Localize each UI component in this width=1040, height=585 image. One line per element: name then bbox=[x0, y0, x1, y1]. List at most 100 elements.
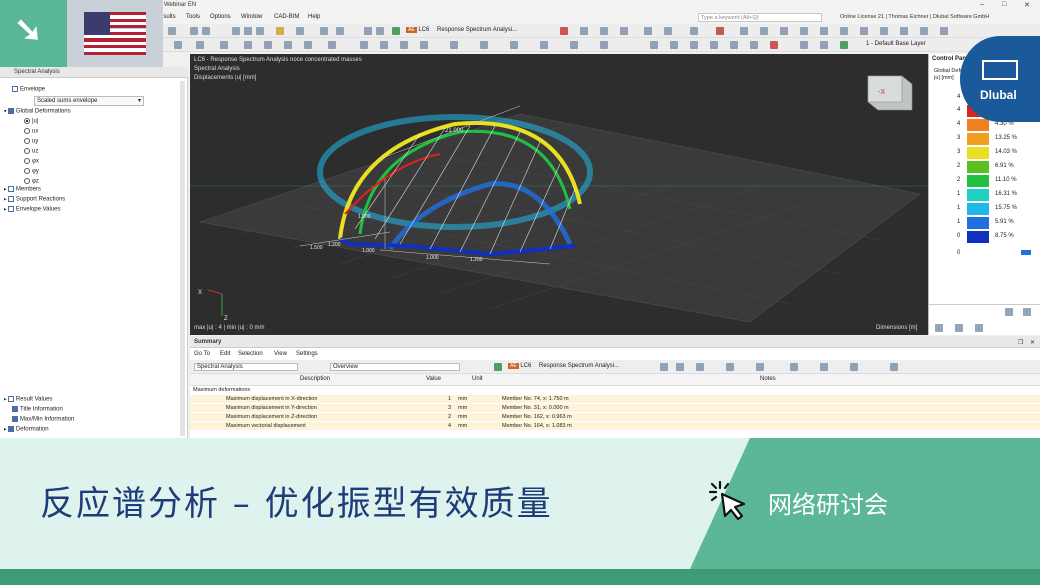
print-icon[interactable] bbox=[296, 27, 304, 35]
tool-icon[interactable] bbox=[660, 363, 668, 371]
tool-icon[interactable] bbox=[220, 41, 228, 49]
select-icon[interactable] bbox=[174, 41, 182, 49]
table-row[interactable]: Maximum displacement in Z-direction 2 mm Me… bbox=[190, 413, 1040, 421]
result-icon[interactable] bbox=[560, 27, 568, 35]
tool-icon[interactable] bbox=[840, 41, 848, 49]
menu-help[interactable]: Help bbox=[308, 14, 320, 20]
tool-icon[interactable] bbox=[244, 41, 252, 49]
display-icon[interactable] bbox=[800, 27, 808, 35]
deformation-item[interactable]: ▸ Deformation bbox=[4, 426, 49, 433]
deform-radio-phiy[interactable]: φy bbox=[24, 168, 39, 175]
envelope-select[interactable]: Scaled sums envelope ▾ bbox=[34, 96, 144, 106]
tool-icon[interactable] bbox=[800, 41, 808, 49]
table-icon[interactable] bbox=[244, 27, 252, 35]
summary-loadcase-selector[interactable]: AE LC6 Response Spectrum Analysi... bbox=[508, 363, 619, 369]
tool-icon[interactable] bbox=[820, 363, 828, 371]
title-information-item[interactable]: Title Information bbox=[12, 406, 63, 413]
deform-radio-phix[interactable]: φx bbox=[24, 158, 39, 165]
tool-icon[interactable] bbox=[570, 41, 578, 49]
table-icon[interactable] bbox=[256, 27, 264, 35]
maxmin-information-item[interactable]: Max/Min Information bbox=[12, 416, 74, 423]
view-icon[interactable] bbox=[202, 27, 210, 35]
display-icon[interactable] bbox=[716, 27, 724, 35]
analysis-select[interactable]: Spectral Analysis bbox=[194, 363, 298, 371]
tool-icon[interactable] bbox=[284, 41, 292, 49]
panel-tab-icon[interactable] bbox=[975, 324, 983, 332]
close-icon[interactable]: ✕ bbox=[1030, 339, 1035, 346]
panel-tab-icon[interactable] bbox=[935, 324, 943, 332]
deform-radio-ux[interactable]: ux bbox=[24, 128, 38, 135]
tool-icon[interactable] bbox=[730, 41, 738, 49]
tool-icon[interactable] bbox=[360, 41, 368, 49]
tool-icon[interactable] bbox=[676, 363, 684, 371]
restore-icon[interactable]: ❐ bbox=[1018, 339, 1023, 346]
tool-icon[interactable] bbox=[710, 41, 718, 49]
tool-icon[interactable] bbox=[726, 363, 734, 371]
tool-icon[interactable] bbox=[540, 41, 548, 49]
grid-icon[interactable] bbox=[376, 27, 384, 35]
tool-icon[interactable] bbox=[696, 363, 704, 371]
tool-icon[interactable] bbox=[790, 363, 798, 371]
display-icon[interactable] bbox=[760, 27, 768, 35]
tool-icon[interactable] bbox=[850, 363, 858, 371]
model-icon[interactable] bbox=[320, 27, 328, 35]
tool-icon[interactable] bbox=[264, 41, 272, 49]
display-icon[interactable] bbox=[780, 27, 788, 35]
maximize-icon[interactable]: □ bbox=[1002, 1, 1006, 8]
deform-radio-u[interactable]: |u| bbox=[24, 118, 38, 125]
panel-filter-icon[interactable] bbox=[1023, 308, 1031, 316]
summary-menu-view[interactable]: View bbox=[274, 351, 287, 357]
summary-menu-settings[interactable]: Settings bbox=[296, 351, 318, 357]
envelope-values-item[interactable]: ▸ Envelope Values bbox=[4, 206, 61, 213]
display-icon[interactable] bbox=[664, 27, 672, 35]
display-icon[interactable] bbox=[940, 27, 948, 35]
global-deformations-item[interactable]: ▾ Global Deformations bbox=[4, 108, 71, 115]
search-icon[interactable] bbox=[890, 363, 898, 371]
display-icon[interactable] bbox=[920, 27, 928, 35]
tool-icon[interactable] bbox=[820, 41, 828, 49]
tool-icon[interactable] bbox=[690, 41, 698, 49]
tool-icon[interactable] bbox=[400, 41, 408, 49]
minimize-icon[interactable]: – bbox=[980, 1, 984, 8]
summary-menu-selection[interactable]: Selection bbox=[238, 351, 263, 357]
navigator-scrollbar[interactable] bbox=[180, 81, 185, 436]
summary-menu-goto[interactable]: Go To bbox=[194, 351, 210, 357]
tool-icon[interactable] bbox=[756, 363, 764, 371]
undo-icon[interactable] bbox=[168, 27, 176, 35]
model-icon[interactable] bbox=[336, 27, 344, 35]
table-row[interactable]: Maximum displacement in Y-direction 3 mm Me… bbox=[190, 404, 1040, 412]
display-icon[interactable] bbox=[840, 27, 848, 35]
tool-icon[interactable] bbox=[196, 41, 204, 49]
tool-icon[interactable] bbox=[600, 41, 608, 49]
result-values-item[interactable]: ▸ Result Values bbox=[4, 396, 52, 403]
display-icon[interactable] bbox=[620, 27, 628, 35]
deform-radio-uz[interactable]: uz bbox=[24, 148, 38, 155]
display-icon[interactable] bbox=[580, 27, 588, 35]
display-icon[interactable] bbox=[880, 27, 888, 35]
tool-icon[interactable] bbox=[328, 41, 336, 49]
tool-icon[interactable] bbox=[510, 41, 518, 49]
support-reactions-item[interactable]: ▸ Support Reactions bbox=[4, 196, 65, 203]
table-row[interactable]: Maximum displacement in X-direction 1 mm Me… bbox=[190, 395, 1040, 403]
tool-icon[interactable] bbox=[670, 41, 678, 49]
grid-icon[interactable] bbox=[364, 27, 372, 35]
close-icon[interactable]: ✕ bbox=[1024, 1, 1030, 9]
tool-icon[interactable] bbox=[450, 41, 458, 49]
layer-select[interactable]: 1 - Default Base Layer bbox=[866, 41, 926, 47]
tool-icon[interactable] bbox=[770, 41, 778, 49]
panel-settings-icon[interactable] bbox=[1005, 308, 1013, 316]
model-viewport[interactable]: LC6 - Response Spectrum Analysis noce co… bbox=[190, 54, 928, 335]
loadcase-selector[interactable]: AE LC6 Response Spectrum Analysi... bbox=[406, 27, 517, 33]
display-icon[interactable] bbox=[690, 27, 698, 35]
overview-select[interactable]: Overview bbox=[330, 363, 460, 371]
menu-tools[interactable]: Tools bbox=[186, 14, 200, 20]
tool-icon[interactable] bbox=[650, 41, 658, 49]
tool-icon[interactable] bbox=[420, 41, 428, 49]
menu-window[interactable]: Window bbox=[241, 14, 262, 20]
view-icon[interactable] bbox=[190, 27, 198, 35]
table-icon[interactable] bbox=[232, 27, 240, 35]
tool-icon[interactable] bbox=[304, 41, 312, 49]
display-icon[interactable] bbox=[900, 27, 908, 35]
display-icon[interactable] bbox=[740, 27, 748, 35]
panel-tab-icon[interactable] bbox=[955, 324, 963, 332]
